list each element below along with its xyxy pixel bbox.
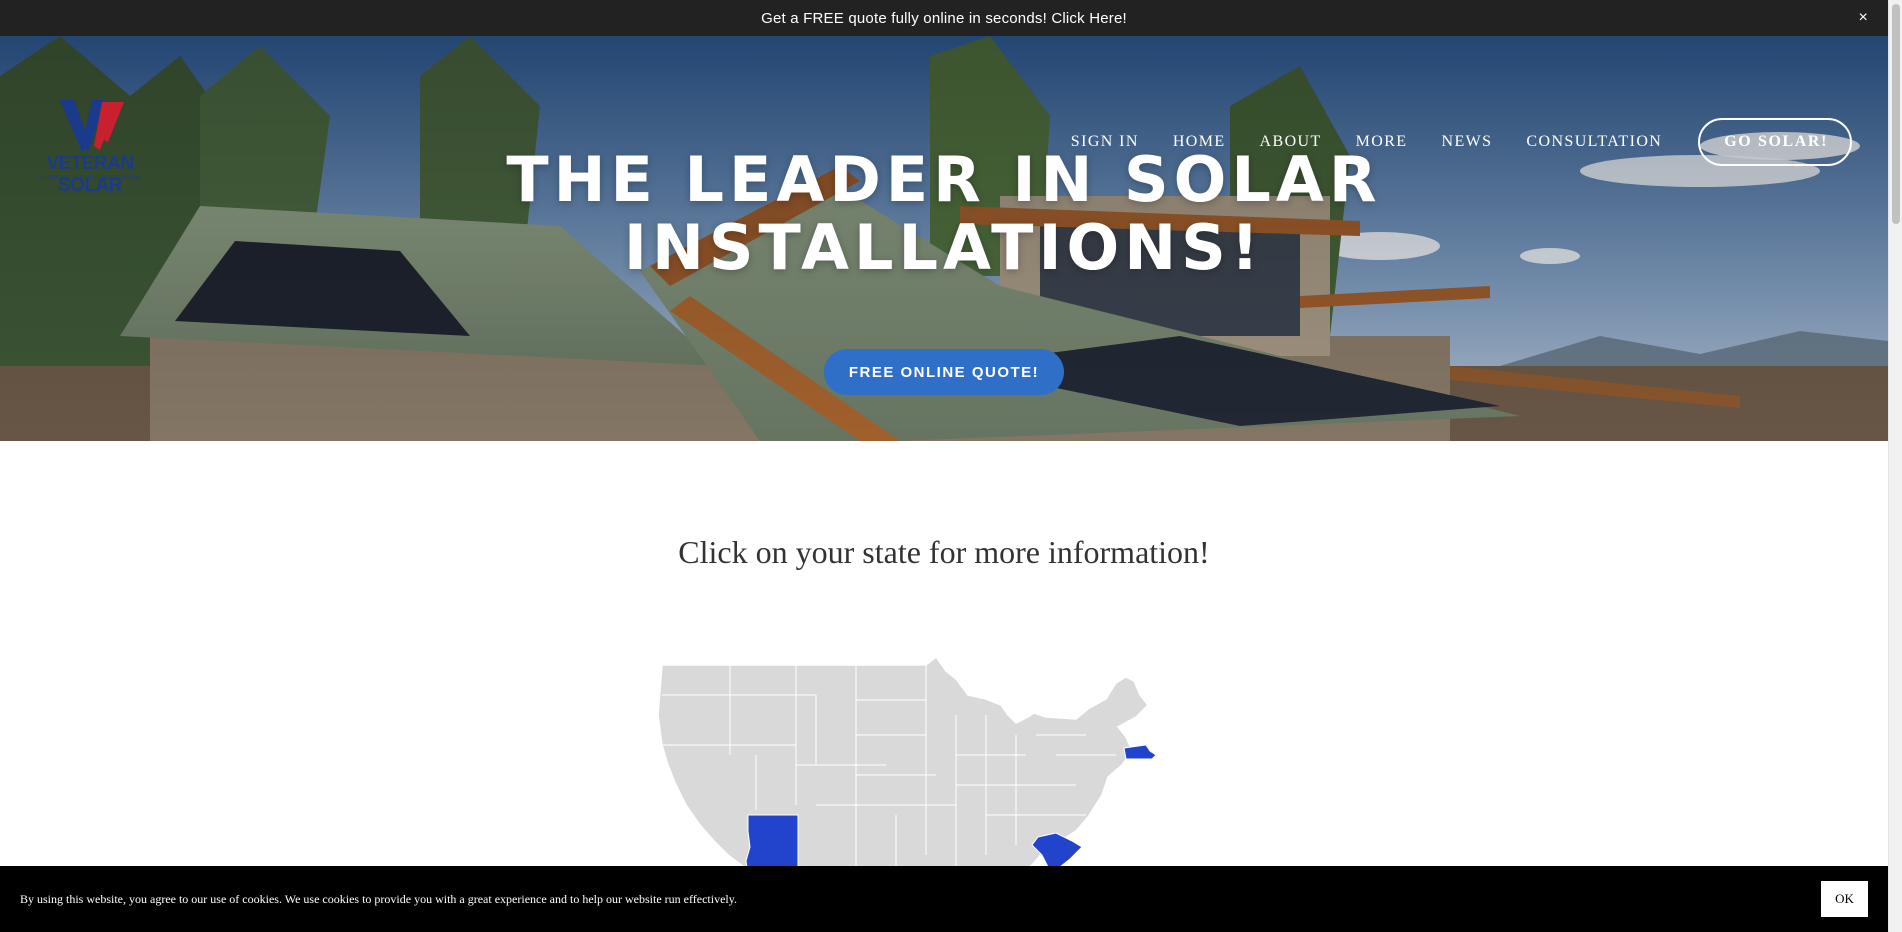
close-icon[interactable]: × (1858, 8, 1868, 28)
hero-title-line-2: INSTALLATIONS! (623, 211, 1265, 284)
free-online-quote-button[interactable]: FREE ONLINE QUOTE! (824, 349, 1064, 395)
cookie-banner: By using this website, you agree to our … (0, 866, 1888, 932)
hero-banner: VETERAN SOLAR SUPPORTING OUR VETERANS SI… (0, 36, 1888, 441)
announcement-bar[interactable]: Get a FREE quote fully online in seconds… (0, 0, 1888, 36)
hero-title: THE LEADER IN SOLAR INSTALLATIONS! (0, 146, 1888, 282)
page-scrollbar[interactable] (1888, 0, 1902, 932)
announcement-text[interactable]: Get a FREE quote fully online in seconds… (761, 10, 1127, 27)
map-section-heading: Click on your state for more information… (678, 534, 1210, 570)
hero-title-line-1: THE LEADER IN SOLAR (506, 143, 1382, 216)
scrollbar-thumb[interactable] (1892, 4, 1900, 224)
us-states-map[interactable] (656, 655, 1191, 875)
page: Get a FREE quote fully online in seconds… (0, 0, 1902, 932)
state-massachusetts[interactable] (1123, 744, 1157, 760)
cookie-notice-text: By using this website, you agree to our … (20, 891, 737, 906)
cookie-ok-button[interactable]: OK (1821, 881, 1868, 917)
